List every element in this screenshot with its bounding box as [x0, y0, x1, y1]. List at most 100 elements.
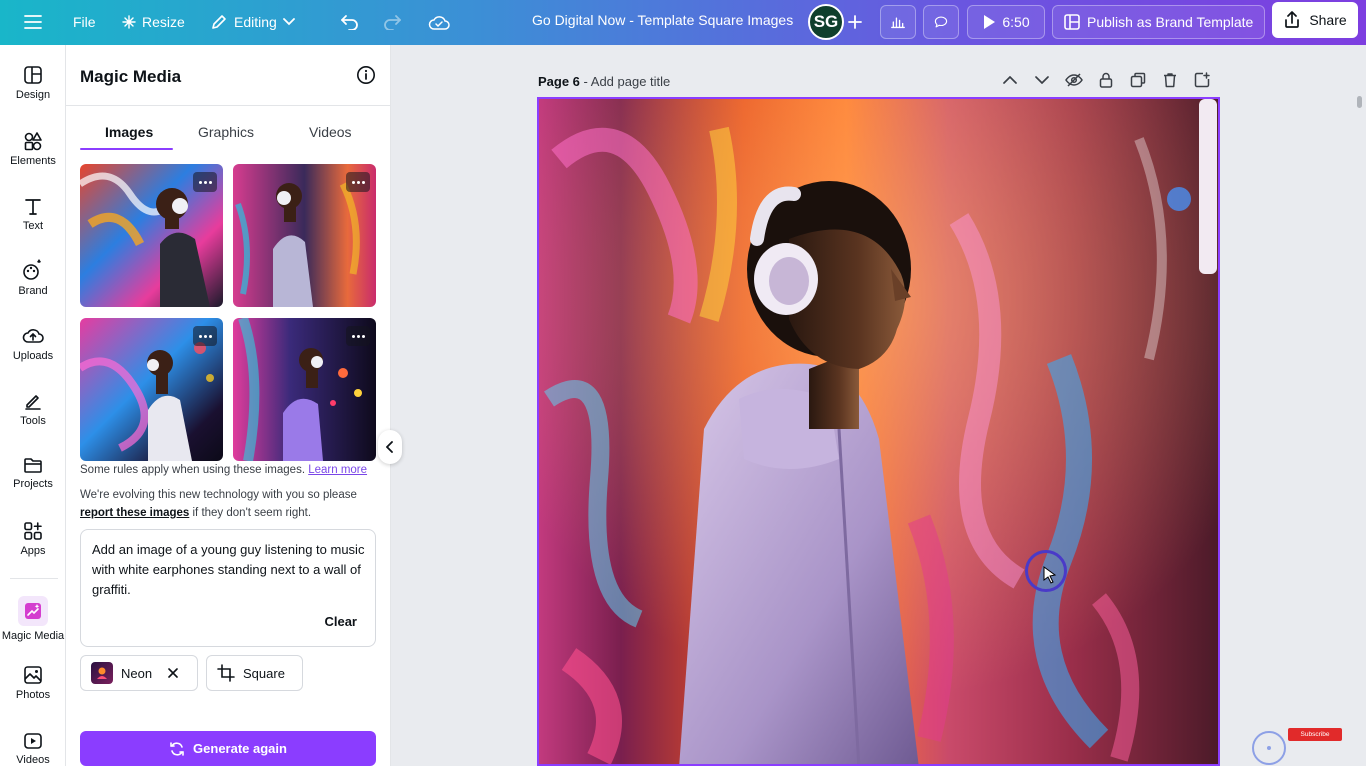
file-menu-button[interactable]: File [63, 5, 106, 39]
brand-icon [23, 259, 41, 280]
info-icon [357, 66, 375, 84]
rail-item-elements[interactable]: Elements [0, 131, 66, 167]
duplicate-page-button[interactable] [1128, 70, 1148, 90]
folder-icon [24, 458, 42, 473]
present-button[interactable]: 6:50 [967, 5, 1045, 39]
learn-more-link[interactable]: Learn more [308, 464, 367, 476]
redo-button[interactable] [372, 5, 412, 39]
cloud-save-status[interactable] [418, 5, 460, 39]
report-suffix: if they don't seem right. [192, 507, 312, 519]
clear-button[interactable]: Clear [324, 614, 357, 629]
hide-page-button[interactable] [1064, 70, 1084, 90]
canvas-image-graffiti-portrait[interactable] [539, 99, 1220, 766]
more-options-button[interactable] [193, 326, 217, 346]
delete-page-button[interactable] [1160, 70, 1180, 90]
avatar[interactable]: SG [808, 4, 844, 40]
file-label: File [73, 14, 96, 30]
resize-label: Resize [142, 14, 185, 30]
generated-image-3[interactable] [80, 318, 223, 461]
photos-icon [24, 666, 42, 684]
move-page-up-button[interactable] [1000, 70, 1020, 90]
tab-graphics[interactable]: Graphics [198, 124, 254, 140]
generated-image-1[interactable] [80, 164, 223, 307]
info-button[interactable] [356, 65, 376, 90]
canvas-scrollbar[interactable] [1357, 96, 1362, 108]
aspect-ratio-chip[interactable]: Square [206, 655, 303, 691]
resize-button[interactable]: Resize [112, 5, 195, 39]
undo-icon [341, 15, 358, 30]
add-page-button[interactable] [1192, 70, 1212, 90]
eye-off-icon [1065, 73, 1083, 87]
rail-item-magic-media[interactable]: Magic Media [0, 596, 66, 642]
comments-button[interactable] [923, 5, 959, 39]
style-chip-neon[interactable]: Neon [80, 655, 198, 691]
rail-label: Design [15, 89, 51, 101]
prompt-text[interactable]: Add an image of a young guy listening to… [92, 540, 372, 600]
generate-label: Generate again [193, 741, 287, 756]
chevron-up-icon [1003, 76, 1017, 84]
duplicate-icon [1130, 72, 1146, 88]
rail-label: Tools [20, 415, 46, 427]
page-title-input[interactable]: Add page title [591, 74, 671, 89]
pencil-icon [212, 15, 226, 29]
magic-media-icon [18, 596, 48, 626]
editing-mode-button[interactable]: Editing [200, 5, 305, 39]
trash-icon [1164, 73, 1176, 88]
more-options-button[interactable] [346, 172, 370, 192]
more-options-button[interactable] [193, 172, 217, 192]
rules-text: Some rules apply when using these images… [80, 464, 306, 476]
rail-label: Uploads [12, 350, 54, 362]
timer-label: 6:50 [1002, 14, 1030, 30]
add-collaborator-button[interactable] [842, 5, 868, 39]
tab-images[interactable]: Images [105, 124, 153, 140]
refresh-icon [170, 741, 184, 756]
insights-button[interactable] [880, 5, 916, 39]
tools-icon [25, 395, 41, 410]
document-title[interactable]: Go Digital Now - Template Square Images [532, 12, 793, 28]
rail-item-design[interactable]: Design [0, 65, 66, 101]
rail-item-photos[interactable]: Photos [0, 665, 66, 701]
help-button[interactable] [1252, 731, 1286, 765]
feedback-notice: We're evolving this new technology with … [80, 486, 380, 522]
prompt-input[interactable]: Add an image of a young guy listening to… [80, 529, 376, 647]
share-icon [1285, 11, 1300, 28]
rail-label: Magic Media [1, 630, 65, 642]
plus-icon [848, 15, 862, 29]
aspect-ratio-label: Square [243, 665, 285, 681]
rail-item-apps[interactable]: Apps [0, 521, 66, 557]
rail-item-tools[interactable]: Tools [0, 391, 66, 427]
rail-item-videos[interactable]: Videos [0, 732, 66, 766]
tab-videos[interactable]: Videos [309, 124, 352, 140]
subscribe-badge[interactable]: Subscribe [1288, 728, 1342, 741]
rail-item-brand[interactable]: Brand [0, 257, 66, 297]
more-options-button[interactable] [346, 326, 370, 346]
style-chip-label: Neon [121, 665, 153, 681]
publish-brand-template-button[interactable]: Publish as Brand Template [1052, 5, 1265, 39]
rail-item-text[interactable]: Text [0, 196, 66, 232]
play-icon [984, 15, 996, 29]
rail-label: Photos [15, 689, 51, 701]
undo-button[interactable] [330, 5, 370, 39]
lock-page-button[interactable] [1096, 70, 1116, 90]
text-icon [25, 199, 41, 215]
design-canvas[interactable] [537, 97, 1220, 766]
generate-again-button[interactable]: Generate again [80, 731, 376, 766]
panel-divider [66, 105, 391, 106]
generated-image-4[interactable] [233, 318, 376, 461]
publish-label: Publish as Brand Template [1087, 14, 1254, 30]
close-icon[interactable] [168, 668, 178, 678]
rail-item-uploads[interactable]: Uploads [0, 326, 66, 362]
move-page-down-button[interactable] [1032, 70, 1052, 90]
menu-button[interactable] [14, 5, 52, 39]
collapse-panel-button[interactable] [378, 430, 402, 464]
report-images-link[interactable]: report these images [80, 507, 189, 519]
resize-icon [122, 15, 136, 29]
share-button[interactable]: Share [1272, 2, 1358, 38]
cloud-check-icon [428, 16, 450, 30]
rail-item-projects[interactable]: Projects [0, 456, 66, 490]
page-header: Page 6 - Add page title [538, 74, 671, 89]
rail-label: Projects [13, 478, 53, 490]
uploads-icon [22, 329, 44, 343]
generated-image-2[interactable] [233, 164, 376, 307]
evolving-text: We're evolving this new technology with … [80, 489, 357, 501]
